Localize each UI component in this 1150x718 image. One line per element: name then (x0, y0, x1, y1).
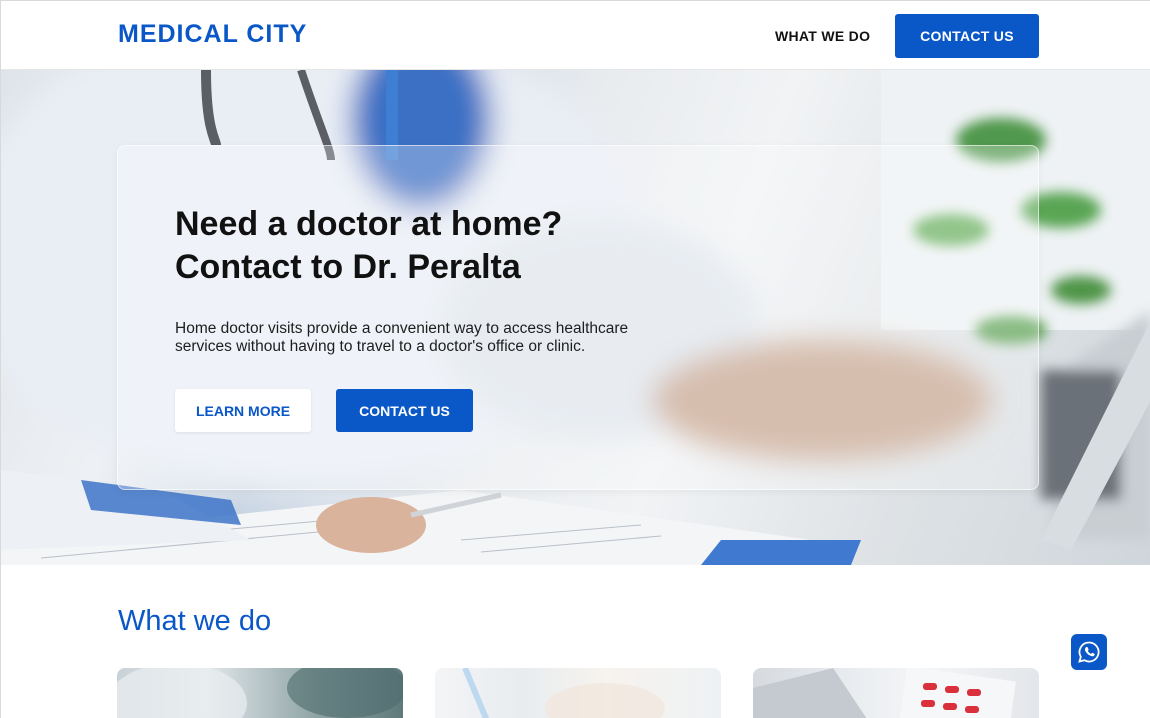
learn-more-button[interactable]: LEARN MORE (175, 389, 311, 432)
site-logo[interactable]: MEDICAL CITY (118, 20, 307, 49)
nav-what-we-do[interactable]: WHAT WE DO (775, 28, 870, 44)
service-card-2-image[interactable] (435, 668, 721, 718)
site-header: MEDICAL CITY WHAT WE DO CONTACT US (1, 1, 1150, 70)
hero-description-line-1: Home doctor visits provide a convenient … (175, 320, 629, 337)
hero-contact-button[interactable]: CONTACT US (336, 389, 473, 432)
service-card-1-image[interactable] (117, 668, 403, 718)
header-contact-button[interactable]: CONTACT US (895, 14, 1039, 58)
hero-description-line-2: services without having to travel to a d… (175, 338, 586, 355)
whatsapp-icon (1078, 641, 1100, 663)
service-card-2-photo (462, 668, 665, 718)
hero-title-line-1: Need a doctor at home? (175, 205, 563, 243)
hero-section: Need a doctor at home? Contact to Dr. Pe… (1, 70, 1150, 565)
hero-description: Home doctor visits provide a convenient … (175, 320, 675, 356)
hero-title-line-2: Contact to Dr. Peralta (175, 248, 521, 286)
section-title-what-we-do: What we do (118, 605, 272, 637)
hero-glass-panel (117, 145, 1039, 490)
hero-title: Need a doctor at home? Contact to Dr. Pe… (175, 203, 735, 289)
service-card-3-image[interactable] (753, 668, 1039, 718)
whatsapp-chat-button[interactable] (1071, 634, 1107, 670)
service-card-3-photo (753, 668, 1016, 718)
page: MEDICAL CITY WHAT WE DO CONTACT US Need … (0, 0, 1150, 718)
service-card-1-photo (117, 668, 403, 718)
